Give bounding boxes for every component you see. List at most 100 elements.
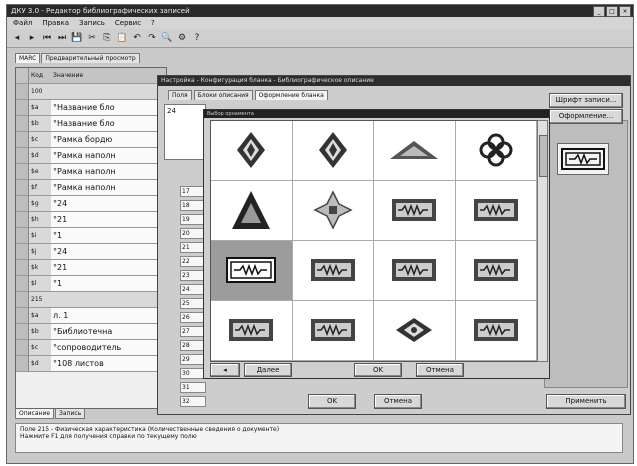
table-row[interactable]: $h °21	[16, 212, 166, 228]
ornament-cell[interactable]	[455, 181, 537, 241]
size-value[interactable]: 31	[180, 382, 206, 393]
table-row[interactable]: $c °сопроводитель	[16, 340, 166, 356]
record-font-button[interactable]: Шрифт записи...	[549, 93, 623, 108]
tab-blocks[interactable]: Блоки описания	[193, 90, 253, 100]
apply-button[interactable]: Применить	[546, 394, 626, 409]
palette-cancel-button[interactable]: Отмена	[416, 363, 464, 377]
table-row[interactable]: $g °24	[16, 196, 166, 212]
size-value[interactable]: 32	[180, 396, 206, 407]
table-row[interactable]: $a л. 1	[16, 308, 166, 324]
ornament-cell[interactable]	[292, 241, 374, 301]
table-row[interactable]: $k °21	[16, 260, 166, 276]
save-icon[interactable]: 💾	[71, 32, 83, 44]
back-icon[interactable]: ◂	[11, 32, 23, 44]
ornament-cell[interactable]	[455, 121, 537, 181]
search-icon[interactable]: 🔍	[161, 32, 173, 44]
row-indicator[interactable]	[16, 212, 29, 227]
field-value[interactable]: °108 листов	[51, 356, 166, 371]
last-icon[interactable]: ⏭	[56, 32, 68, 44]
table-row[interactable]: $b °Название бло	[16, 116, 166, 132]
row-indicator[interactable]	[16, 164, 29, 179]
menu-service[interactable]: Сервис	[115, 17, 141, 29]
redo-icon[interactable]: ↷	[146, 32, 158, 44]
field-value[interactable]: °Название бло	[51, 116, 166, 131]
field-value[interactable]: °Библиотечна	[51, 324, 166, 339]
menu-help[interactable]: ?	[151, 17, 155, 29]
first-icon[interactable]: ⏮	[41, 32, 53, 44]
row-indicator[interactable]	[16, 244, 29, 259]
settings-icon[interactable]: ⚙	[176, 32, 188, 44]
row-indicator[interactable]	[16, 180, 29, 195]
ornament-cell[interactable]	[455, 301, 537, 361]
ornament-cell[interactable]	[374, 241, 456, 301]
field-value[interactable]: °Название бло	[51, 100, 166, 115]
ornament-cell[interactable]	[292, 301, 374, 361]
field-value[interactable]: °21	[51, 260, 166, 275]
field-value[interactable]: °1	[51, 276, 166, 291]
close-button[interactable]: ×	[619, 6, 631, 17]
menu-edit[interactable]: Правка	[42, 17, 69, 29]
table-row[interactable]: $e °Рамка наполн	[16, 164, 166, 180]
row-indicator[interactable]	[16, 356, 29, 371]
copy-icon[interactable]: ⎘	[101, 32, 113, 44]
tab-fields[interactable]: Поля	[168, 90, 192, 100]
ornament-scrollbar[interactable]	[537, 120, 548, 362]
menu-file[interactable]: Файл	[13, 17, 32, 29]
row-indicator[interactable]	[16, 132, 29, 147]
row-indicator[interactable]	[16, 292, 29, 307]
minimize-button[interactable]: _	[593, 6, 605, 17]
ornament-cell[interactable]	[211, 181, 293, 241]
prev-button[interactable]: ◂	[210, 363, 240, 377]
row-indicator[interactable]	[16, 324, 29, 339]
table-row[interactable]: $j °24	[16, 244, 166, 260]
field-value[interactable]: °Рамка наполн	[51, 180, 166, 195]
ok-button[interactable]: OK	[308, 394, 356, 409]
help-icon[interactable]: ?	[191, 32, 203, 44]
table-row[interactable]: $c °Рамка бордю	[16, 132, 166, 148]
ornament-cell[interactable]	[374, 121, 456, 181]
row-indicator[interactable]	[16, 84, 29, 99]
next-button[interactable]: Далее	[244, 363, 292, 377]
tab-marc[interactable]: MARC	[15, 53, 41, 63]
row-indicator[interactable]	[16, 276, 29, 291]
table-row[interactable]: $b °Библиотечна	[16, 324, 166, 340]
design-button[interactable]: Оформление...	[549, 109, 623, 124]
row-indicator[interactable]	[16, 260, 29, 275]
ornament-cell[interactable]	[292, 181, 374, 241]
row-indicator[interactable]	[16, 228, 29, 243]
field-value[interactable]: °24	[51, 244, 166, 259]
ornament-cell[interactable]	[374, 301, 456, 361]
ornament-cell[interactable]	[211, 121, 293, 181]
field-value[interactable]: л. 1	[51, 308, 166, 323]
field-value[interactable]: °Рамка бордю	[51, 132, 166, 147]
table-row[interactable]: $a °Название бло	[16, 100, 166, 116]
tab-preview[interactable]: Предварительный просмотр	[41, 53, 140, 63]
ornament-cell[interactable]	[211, 241, 293, 301]
cancel-button[interactable]: Отмена	[374, 394, 422, 409]
grid-header[interactable]: Код Значение	[16, 68, 166, 84]
section-row[interactable]: 100	[16, 84, 166, 100]
ornament-cell[interactable]	[292, 121, 374, 181]
tab-record[interactable]: Запись	[55, 409, 86, 419]
menu-record[interactable]: Запись	[79, 17, 105, 29]
table-row[interactable]: $f °Рамка наполн	[16, 180, 166, 196]
tab-form-design[interactable]: Оформление бланка	[254, 90, 328, 100]
field-value[interactable]: °24	[51, 196, 166, 211]
row-indicator[interactable]	[16, 308, 29, 323]
field-value[interactable]: Значение	[51, 68, 166, 83]
ornament-cell[interactable]	[211, 301, 293, 361]
ornament-cell[interactable]	[455, 241, 537, 301]
tab-description[interactable]: Описание	[15, 409, 55, 419]
table-row[interactable]: $d °Рамка наполн	[16, 148, 166, 164]
row-indicator[interactable]	[16, 340, 29, 355]
table-row[interactable]: $d °108 листов	[16, 356, 166, 372]
row-indicator[interactable]	[16, 116, 29, 131]
ornament-cell[interactable]	[374, 181, 456, 241]
row-indicator[interactable]	[16, 196, 29, 211]
paste-icon[interactable]: 📋	[116, 32, 128, 44]
row-indicator[interactable]	[16, 100, 29, 115]
field-value[interactable]: °сопроводитель	[51, 340, 166, 355]
field-value[interactable]: °Рамка наполн	[51, 148, 166, 163]
section-row[interactable]: 215	[16, 292, 166, 308]
palette-ok-button[interactable]: OK	[354, 363, 402, 377]
